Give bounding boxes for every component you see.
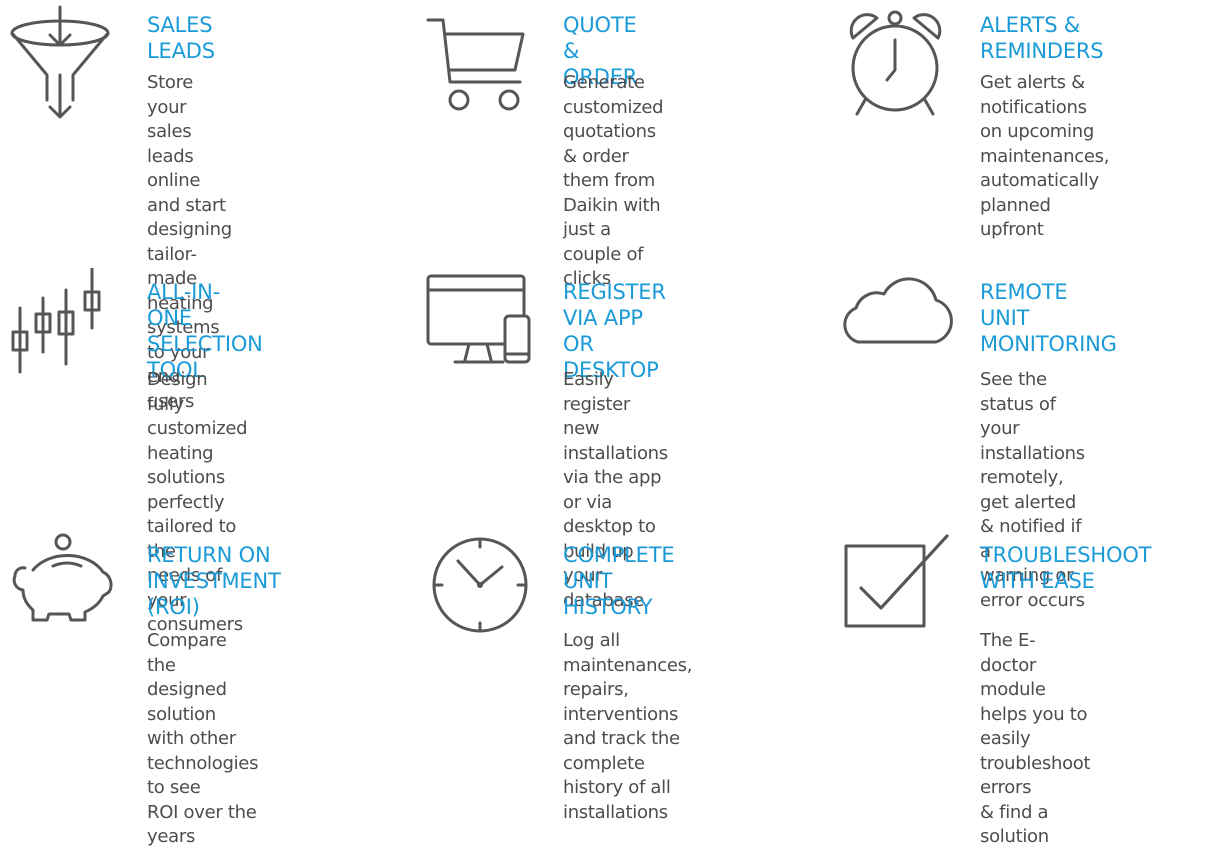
feature-title: REMOTE UNIT MONITORING <box>980 280 1117 356</box>
features-grid: SALES LEADS Store your sales leads onlin… <box>0 0 1226 847</box>
checkbox-icon <box>843 532 953 632</box>
feature-title: ALERTS & REMINDERS <box>980 13 1104 63</box>
cloud-icon <box>836 268 956 348</box>
candlestick-chart-icon <box>8 268 108 378</box>
feature-description: Log all maintenances, repairs, intervent… <box>563 630 693 823</box>
piggy-bank-icon <box>5 532 115 622</box>
desktop-mobile-icon <box>425 272 535 372</box>
feature-title: SALES LEADS <box>147 13 215 63</box>
funnel-icon <box>5 5 115 120</box>
shopping-cart-icon <box>425 12 530 117</box>
clock-icon <box>430 535 530 635</box>
feature-description: The E-doctor module helps you to easily … <box>980 630 1091 847</box>
feature-title: RETURN ON INVESTMENT (ROI) <box>147 543 281 619</box>
feature-description: Generate customized quotations & order t… <box>563 72 664 289</box>
feature-description: Get alerts & notifications on upcoming m… <box>980 72 1110 240</box>
feature-title: TROUBLESHOOT WITH EASE <box>980 543 1152 593</box>
feature-description: Compare the designed solution with other… <box>147 630 259 847</box>
alarm-clock-icon <box>843 8 948 118</box>
feature-title: COMPLETE UNIT HISTORY <box>563 543 675 619</box>
